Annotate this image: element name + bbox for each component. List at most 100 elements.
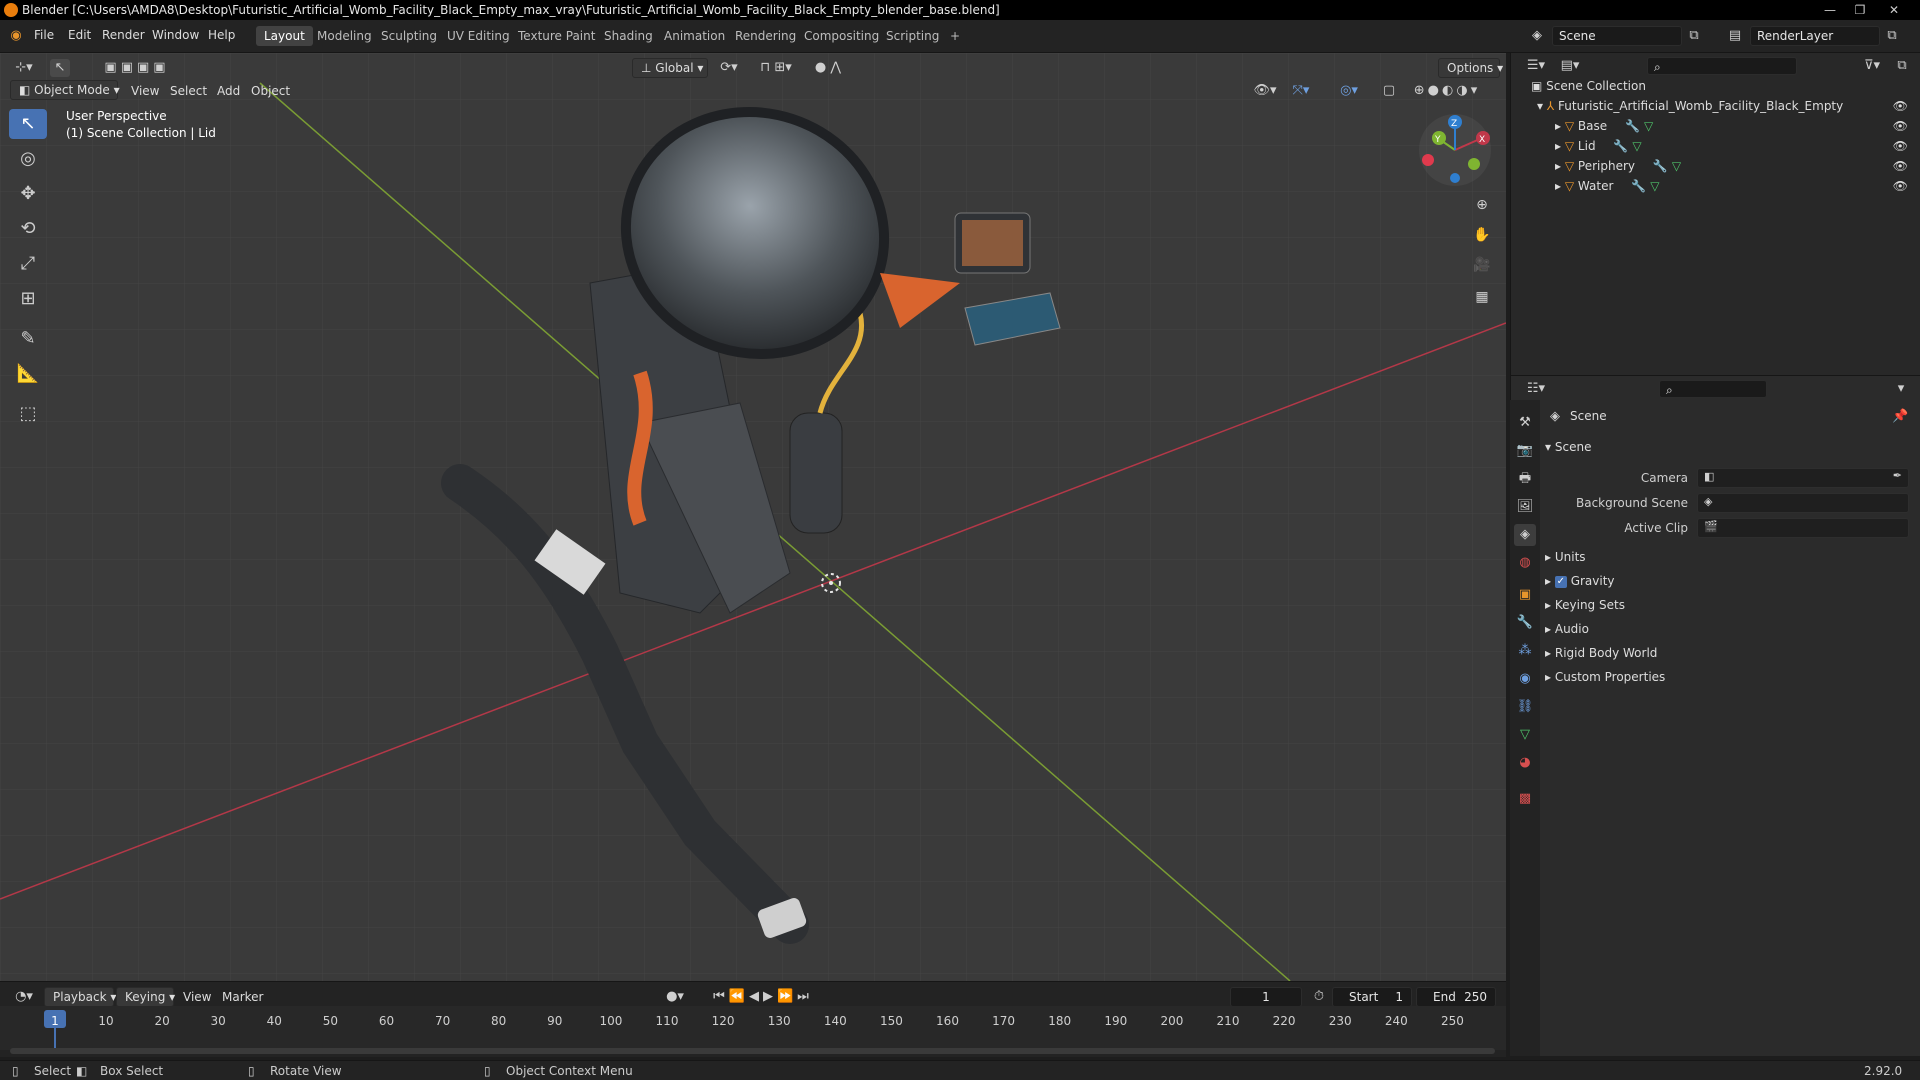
- selection-mode-icons[interactable]: ▣▣▣▣: [92, 59, 182, 77]
- outliner-item-base[interactable]: ▸ ▽ Base 🔧 ▽: [1555, 116, 1653, 136]
- render-tab-icon[interactable]: 📷: [1514, 440, 1536, 462]
- tab-texture-paint[interactable]: Texture Paint: [510, 26, 603, 46]
- gizmo-neg-y-handle[interactable]: [1468, 158, 1480, 170]
- expand-arrow-icon[interactable]: ▸: [1555, 159, 1561, 173]
- visibility-icon[interactable]: 👁▾: [1250, 82, 1280, 100]
- custom-properties-panel-header[interactable]: ▸ Custom Properties: [1545, 666, 1913, 688]
- preview-range-icon[interactable]: ⏱: [1310, 988, 1328, 1006]
- end-frame-field[interactable]: End 250: [1416, 987, 1496, 1007]
- menu-edit[interactable]: Edit: [68, 28, 91, 42]
- visibility-eye-icon[interactable]: 👁: [1893, 159, 1908, 173]
- timeline-scrub-area[interactable]: [0, 1006, 1506, 1050]
- select-tool-icon[interactable]: ↖: [50, 59, 70, 77]
- modifier-tab-icon[interactable]: 🔧: [1514, 612, 1536, 634]
- mesh-data-icon[interactable]: ▽: [1644, 119, 1653, 133]
- modifier-icon[interactable]: 🔧: [1613, 139, 1628, 153]
- properties-options-icon[interactable]: ▾: [1891, 380, 1911, 398]
- audio-panel-header[interactable]: ▸ Audio: [1545, 618, 1913, 640]
- view-layer-tab-icon[interactable]: 🖼: [1514, 496, 1536, 518]
- viewport-menu-add[interactable]: Add: [217, 84, 240, 98]
- background-scene-field[interactable]: ◈: [1697, 493, 1909, 513]
- gizmo-toggle-icon[interactable]: ⤧▾: [1286, 82, 1316, 100]
- new-collection-icon[interactable]: ⧉: [1891, 57, 1913, 75]
- xray-icon[interactable]: ▢: [1380, 82, 1398, 100]
- output-tab-icon[interactable]: 🖶: [1514, 468, 1536, 490]
- new-renderlayer-icon[interactable]: ⧉: [1884, 27, 1900, 45]
- expand-arrow-icon[interactable]: ▾: [1537, 99, 1543, 113]
- panel-expand-arrow-icon[interactable]: ▸: [1545, 598, 1551, 612]
- scene-selector[interactable]: Scene: [1552, 26, 1682, 46]
- 3d-viewport[interactable]: [0, 53, 1506, 981]
- playback-dropdown[interactable]: Playback ▾: [44, 987, 116, 1007]
- scale-tool-icon[interactable]: ⤢: [9, 249, 47, 279]
- mesh-data-icon[interactable]: ▽: [1632, 139, 1641, 153]
- transform-tool-icon[interactable]: ⊞: [9, 284, 47, 314]
- properties-editor-type-icon[interactable]: ☷▾: [1521, 380, 1551, 398]
- shading-mode-icons[interactable]: ⊕●◐◑▾: [1404, 82, 1490, 100]
- panel-collapse-arrow-icon[interactable]: ▾: [1545, 440, 1551, 454]
- scene-tab-icon[interactable]: ◈: [1514, 524, 1536, 546]
- outliner-search-input[interactable]: ⌕: [1647, 57, 1797, 75]
- minimize-button[interactable]: —: [1816, 0, 1844, 20]
- timeline-editor-type-icon[interactable]: ◔▾: [10, 988, 38, 1006]
- menu-render[interactable]: Render: [102, 28, 145, 42]
- rigid-body-world-panel-header[interactable]: ▸ Rigid Body World: [1545, 642, 1913, 664]
- menu-file[interactable]: File: [34, 28, 54, 42]
- maximize-button[interactable]: ❐: [1846, 0, 1874, 20]
- pan-hand-icon[interactable]: ✋: [1470, 226, 1494, 244]
- start-frame-field[interactable]: Start 1: [1332, 987, 1412, 1007]
- cursor-tool-icon[interactable]: ◎: [9, 144, 47, 174]
- outliner-item-lid[interactable]: ▸ ▽ Lid 🔧 ▽: [1555, 136, 1642, 156]
- tab-modeling[interactable]: Modeling: [309, 26, 380, 46]
- camera-field[interactable]: ◧ ✒: [1697, 468, 1909, 488]
- tab-rendering[interactable]: Rendering: [727, 26, 804, 46]
- outliner-collection[interactable]: ▾ ⅄ Futuristic_Artificial_Womb_Facility_…: [1537, 96, 1843, 116]
- expand-arrow-icon[interactable]: ▸: [1555, 119, 1561, 133]
- new-scene-icon[interactable]: ⧉: [1686, 27, 1702, 45]
- renderlayer-selector[interactable]: RenderLayer: [1750, 26, 1880, 46]
- measure-tool-icon[interactable]: 📐: [9, 359, 47, 389]
- filter-icon[interactable]: ⊽▾: [1857, 57, 1887, 75]
- data-tab-icon[interactable]: ▽: [1514, 724, 1536, 746]
- keying-dropdown[interactable]: Keying ▾: [116, 987, 175, 1007]
- world-tab-icon[interactable]: ◍: [1514, 552, 1536, 574]
- options-dropdown[interactable]: Options ▾: [1438, 58, 1503, 78]
- camera-view-icon[interactable]: 🎥: [1470, 256, 1494, 274]
- timeline-menu-marker[interactable]: Marker: [222, 990, 263, 1004]
- move-tool-icon[interactable]: ✥: [9, 179, 47, 209]
- visibility-eye-icon[interactable]: 👁: [1893, 139, 1908, 153]
- texture-tab-icon[interactable]: ▩: [1514, 788, 1536, 810]
- modifier-icon[interactable]: 🔧: [1625, 119, 1640, 133]
- panel-expand-arrow-icon[interactable]: ▸: [1545, 670, 1551, 684]
- expand-arrow-icon[interactable]: ▸: [1555, 139, 1561, 153]
- tab-uv-editing[interactable]: UV Editing: [439, 26, 518, 46]
- gizmo-neg-x-handle[interactable]: [1422, 154, 1434, 166]
- panel-expand-arrow-icon[interactable]: ▸: [1545, 550, 1551, 564]
- physics-tab-icon[interactable]: ◉: [1514, 668, 1536, 690]
- add-workspace-button[interactable]: +: [942, 26, 968, 46]
- keying-sets-panel-header[interactable]: ▸ Keying Sets: [1545, 594, 1913, 616]
- expand-arrow-icon[interactable]: ▸: [1555, 179, 1561, 193]
- active-clip-field[interactable]: 🎬: [1697, 518, 1909, 538]
- viewport-menu-object[interactable]: Object: [251, 84, 290, 98]
- outliner-editor-type-icon[interactable]: ☰▾: [1521, 57, 1551, 75]
- tab-sculpting[interactable]: Sculpting: [373, 26, 445, 46]
- snap-icon[interactable]: ⊓ ⊞▾: [750, 59, 802, 77]
- zoom-icon[interactable]: ⊕: [1470, 196, 1494, 214]
- tool-tab-icon[interactable]: ⚒: [1514, 412, 1536, 434]
- close-button[interactable]: ✕: [1880, 0, 1908, 20]
- tab-layout[interactable]: Layout: [256, 26, 313, 46]
- modifier-icon[interactable]: 🔧: [1631, 179, 1646, 193]
- tab-compositing[interactable]: Compositing: [796, 26, 887, 46]
- visibility-eye-icon[interactable]: 👁: [1893, 179, 1908, 193]
- add-cube-tool-icon[interactable]: ⬚: [9, 399, 47, 429]
- editor-type-icon[interactable]: ⊹▾: [10, 59, 38, 77]
- scene-panel-header[interactable]: ▾ Scene: [1545, 436, 1913, 458]
- menu-window[interactable]: Window: [152, 28, 199, 42]
- blender-menu-icon[interactable]: ◉: [6, 27, 26, 45]
- pin-icon[interactable]: 📌: [1892, 408, 1908, 426]
- tab-scripting[interactable]: Scripting: [878, 26, 947, 46]
- panel-expand-arrow-icon[interactable]: ▸: [1545, 574, 1551, 588]
- gizmo-neg-z-handle[interactable]: [1450, 173, 1460, 183]
- annotate-tool-icon[interactable]: ✎: [9, 324, 47, 354]
